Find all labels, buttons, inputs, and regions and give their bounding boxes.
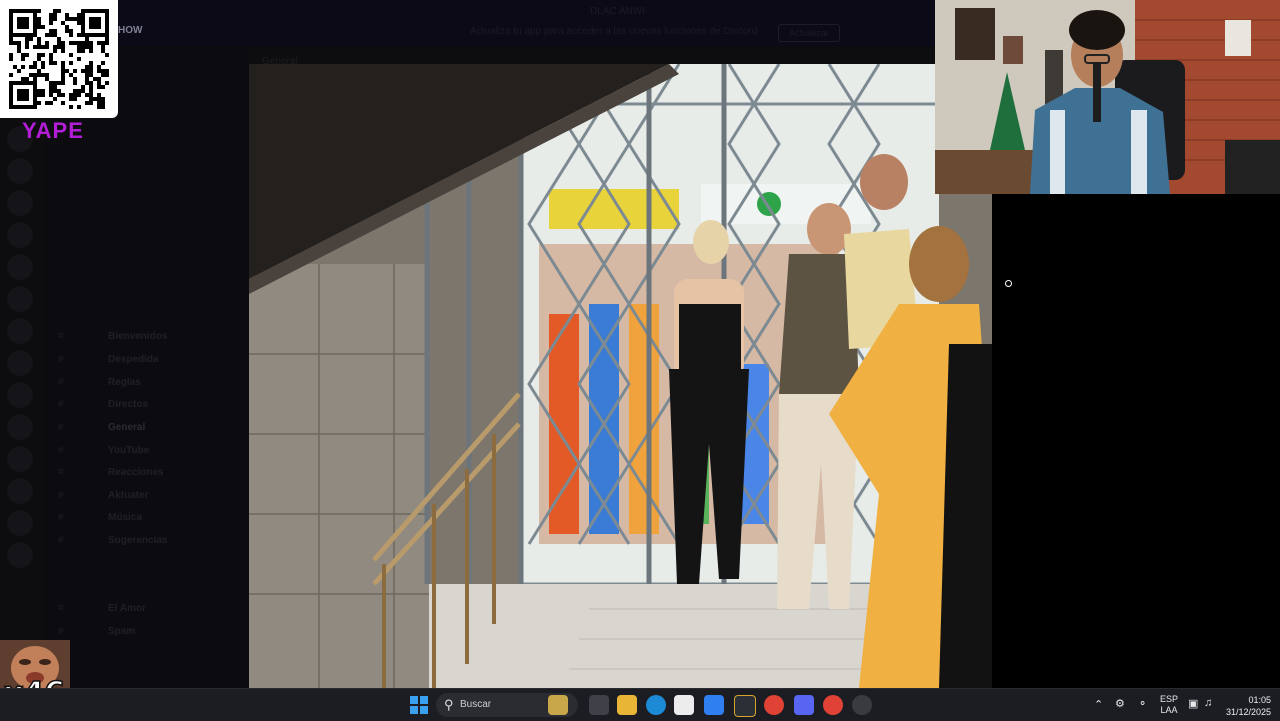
channel-item[interactable]: Reglas: [108, 377, 141, 388]
discord-icon[interactable]: [794, 695, 814, 715]
tray-app-icon[interactable]: ⚙: [1115, 697, 1125, 710]
server-icon[interactable]: [7, 510, 33, 536]
search-icon: ⚲: [444, 697, 454, 712]
channel-hash-icon: #: [58, 467, 64, 478]
winrar-icon[interactable]: [734, 695, 756, 717]
right-black-pane: [992, 194, 1280, 688]
video-frame: [249, 64, 992, 688]
channel-item[interactable]: Bienvenidos: [108, 331, 167, 342]
webcam-feed: [935, 0, 1280, 194]
language-bottom: LAA: [1160, 705, 1178, 715]
server-icon[interactable]: [7, 350, 33, 376]
yape-label: YAPE: [22, 118, 84, 143]
server-icon[interactable]: [7, 446, 33, 472]
channel-item[interactable]: Spam: [108, 626, 135, 637]
settings-icon[interactable]: [852, 695, 872, 715]
server-icon[interactable]: [7, 222, 33, 248]
channel-item[interactable]: Reacciones: [108, 467, 164, 478]
chrome-alt-icon[interactable]: [823, 695, 843, 715]
clock-date: 31/12/2025: [1226, 707, 1272, 717]
channel-hash-icon: #: [58, 399, 64, 410]
language-indicator[interactable]: ESP LAA: [1160, 694, 1178, 716]
microphone-icon[interactable]: ⚬: [1138, 697, 1147, 710]
server-icon[interactable]: [7, 414, 33, 440]
channel-item[interactable]: General: [108, 422, 145, 433]
mouse-cursor: [1005, 280, 1012, 287]
clock-time: 01:05: [1248, 695, 1272, 705]
server-icon[interactable]: [7, 254, 33, 280]
channel-hash-icon: #: [58, 603, 64, 614]
channel-hash-icon: #: [58, 354, 64, 365]
update-notice: Actualiza tu app para acceder a las nuev…: [470, 26, 758, 37]
channel-item[interactable]: YouTube: [108, 445, 149, 456]
channel-hash-icon: #: [58, 535, 64, 546]
server-icon[interactable]: [7, 542, 33, 568]
webcam-image: [935, 0, 1280, 194]
edge-icon[interactable]: [646, 695, 666, 715]
windows-taskbar: ⚲ Buscar ⌃ ⚙ ⚬ ESP LAA ▣ ♫ 01:05 31/12/2…: [0, 688, 1280, 721]
task-view-icon[interactable]: [589, 695, 609, 715]
server-icon[interactable]: [7, 286, 33, 312]
tray-chevron-icon[interactable]: ⌃: [1094, 698, 1103, 711]
channel-hash-icon: #: [58, 490, 64, 501]
channel-item[interactable]: El Amor: [108, 603, 146, 614]
channel-hash-icon: #: [58, 422, 64, 433]
language-top: ESP: [1160, 694, 1179, 704]
update-button[interactable]: Actualizar: [778, 24, 840, 42]
widgets-icon[interactable]: [548, 695, 568, 715]
channel-item[interactable]: Música: [108, 512, 142, 523]
channel-hash-icon: #: [58, 331, 64, 342]
overlay-show-label: HOW: [118, 25, 143, 36]
chrome-icon[interactable]: [764, 695, 784, 715]
qr-code-card: [0, 0, 118, 118]
server-icon[interactable]: [7, 382, 33, 408]
copilot-icon[interactable]: [704, 695, 724, 715]
video-player[interactable]: [249, 64, 992, 688]
server-icon[interactable]: [7, 318, 33, 344]
channel-item[interactable]: Aktuater: [108, 490, 149, 501]
network-icon[interactable]: ▣: [1188, 697, 1198, 710]
server-icon[interactable]: [7, 478, 33, 504]
taskbar-clock[interactable]: 01:05 31/12/2025: [1226, 694, 1271, 718]
window-title: DLAC ANWI: [590, 6, 646, 17]
channel-hash-icon: #: [58, 626, 64, 637]
server-icon[interactable]: [7, 158, 33, 184]
server-icon[interactable]: [7, 190, 33, 216]
qr-code: [9, 9, 109, 109]
search-placeholder: Buscar: [460, 699, 492, 710]
file-explorer-icon[interactable]: [617, 695, 637, 715]
channel-hash-icon: #: [58, 377, 64, 388]
volume-icon[interactable]: ♫: [1204, 697, 1212, 709]
channel-item[interactable]: Sugerencias: [108, 535, 167, 546]
server-list: [0, 120, 44, 640]
channel-item[interactable]: Despedida: [108, 354, 159, 365]
channel-item[interactable]: Directos: [108, 399, 148, 410]
windows-start-icon[interactable]: [410, 696, 428, 714]
channel-hash-icon: #: [58, 445, 64, 456]
background-topbar: DLAC ANWI Actualiza tu app para acceder …: [0, 0, 935, 46]
photos-icon[interactable]: [674, 695, 694, 715]
channel-hash-icon: #: [58, 512, 64, 523]
